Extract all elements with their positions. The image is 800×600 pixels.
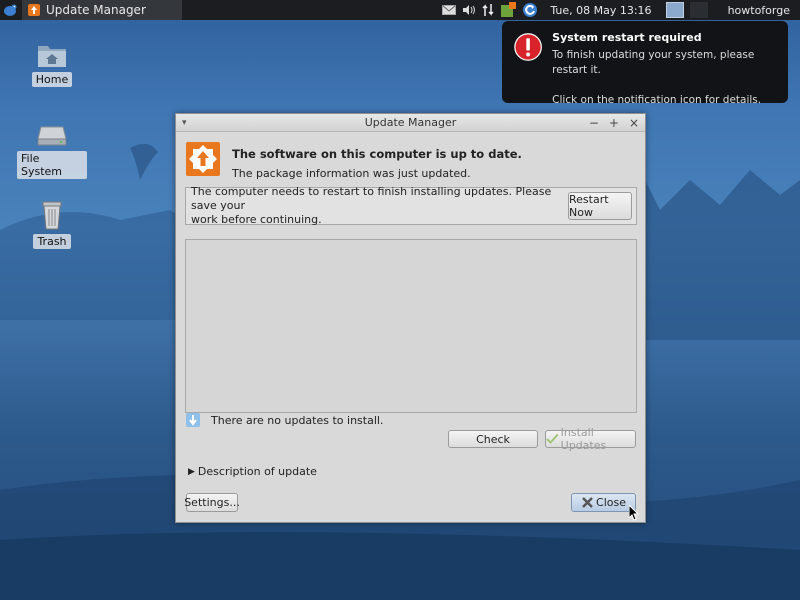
checkmark-icon bbox=[546, 433, 559, 444]
volume-icon[interactable] bbox=[462, 4, 476, 16]
desktop-icon-label: Home bbox=[31, 72, 73, 87]
user-menu[interactable]: howtoforge bbox=[714, 4, 800, 17]
workspace-2[interactable] bbox=[689, 2, 708, 18]
desktop-icon-label: File System bbox=[17, 151, 87, 179]
desktop-icon-home[interactable]: Home bbox=[17, 42, 87, 87]
notification-line-1: To finish updating your system, please r… bbox=[552, 49, 755, 76]
check-button[interactable]: Check bbox=[448, 430, 538, 448]
window-titlebar[interactable]: ▾ Update Manager − + × bbox=[176, 114, 645, 132]
restart-notification[interactable]: System restart required To finish updati… bbox=[502, 21, 788, 106]
home-folder-icon bbox=[38, 46, 66, 67]
restart-now-button[interactable]: Restart Now bbox=[568, 192, 632, 220]
applications-menu-button[interactable] bbox=[0, 0, 20, 20]
settings-button[interactable]: Settings... bbox=[184, 493, 240, 512]
restart-message-line-2: work before continuing. bbox=[191, 213, 322, 226]
update-refresh-icon[interactable] bbox=[522, 2, 538, 18]
close-window-icon[interactable]: × bbox=[629, 116, 639, 130]
updates-list[interactable] bbox=[185, 239, 637, 413]
network-icon[interactable] bbox=[482, 3, 494, 17]
alert-icon bbox=[514, 33, 542, 61]
desktop-icon-label: Trash bbox=[33, 234, 71, 249]
status-heading: The software on this computer is up to d… bbox=[232, 147, 522, 161]
window-menu-icon[interactable]: ▾ bbox=[182, 118, 187, 128]
status-header: The software on this computer is up to d… bbox=[176, 132, 645, 180]
workspace-1[interactable] bbox=[665, 2, 684, 18]
install-updates-label: Install Updates bbox=[560, 426, 607, 452]
desktop-icon-trash[interactable]: Trash bbox=[17, 200, 87, 249]
update-status-text: There are no updates to install. bbox=[211, 413, 384, 427]
close-x-icon bbox=[582, 497, 593, 508]
minimize-icon[interactable]: − bbox=[589, 116, 599, 130]
system-tray: Tue, 08 May 13:16 howtoforge bbox=[442, 0, 800, 20]
trash-icon bbox=[42, 201, 62, 230]
taskbar-title: Update Manager bbox=[46, 3, 146, 17]
restart-required-tray-icon[interactable] bbox=[500, 2, 517, 18]
description-expander[interactable]: ▶ Description of update bbox=[188, 465, 317, 478]
description-label: Description of update bbox=[197, 465, 317, 478]
xfce-mouse-icon bbox=[4, 4, 17, 16]
info-down-arrow-icon bbox=[186, 413, 200, 427]
mouse-cursor-icon bbox=[629, 505, 639, 521]
restart-info-bar: The computer needs to restart to finish … bbox=[185, 185, 637, 226]
notification-line-2: Click on the notification icon for detai… bbox=[552, 94, 762, 106]
taskbar-update-manager[interactable]: Update Manager bbox=[22, 0, 182, 20]
close-button[interactable]: Close bbox=[571, 493, 636, 512]
drive-icon bbox=[37, 126, 67, 146]
status-subheading: The package information was just updated… bbox=[232, 167, 471, 180]
close-button-label: Close bbox=[596, 496, 626, 509]
mail-icon[interactable] bbox=[442, 5, 457, 15]
update-status-row: There are no updates to install. bbox=[186, 413, 383, 427]
notification-title: System restart required bbox=[552, 31, 702, 44]
restart-message-line-1: The computer needs to restart to finish … bbox=[191, 185, 552, 212]
update-manager-large-icon bbox=[186, 142, 220, 176]
maximize-icon[interactable]: + bbox=[609, 116, 619, 130]
update-manager-window: ▾ Update Manager − + × The software on t… bbox=[175, 113, 646, 523]
expander-arrow-icon: ▶ bbox=[188, 466, 195, 477]
clock[interactable]: Tue, 08 May 13:16 bbox=[550, 4, 651, 17]
window-title: Update Manager bbox=[364, 116, 457, 129]
top-panel: Update Manager Tue, 08 May 13:16 howtofo… bbox=[0, 0, 800, 20]
update-manager-icon bbox=[28, 4, 40, 16]
install-updates-button[interactable]: Install Updates bbox=[545, 426, 636, 452]
desktop-icon-file-system[interactable]: File System bbox=[17, 123, 87, 179]
